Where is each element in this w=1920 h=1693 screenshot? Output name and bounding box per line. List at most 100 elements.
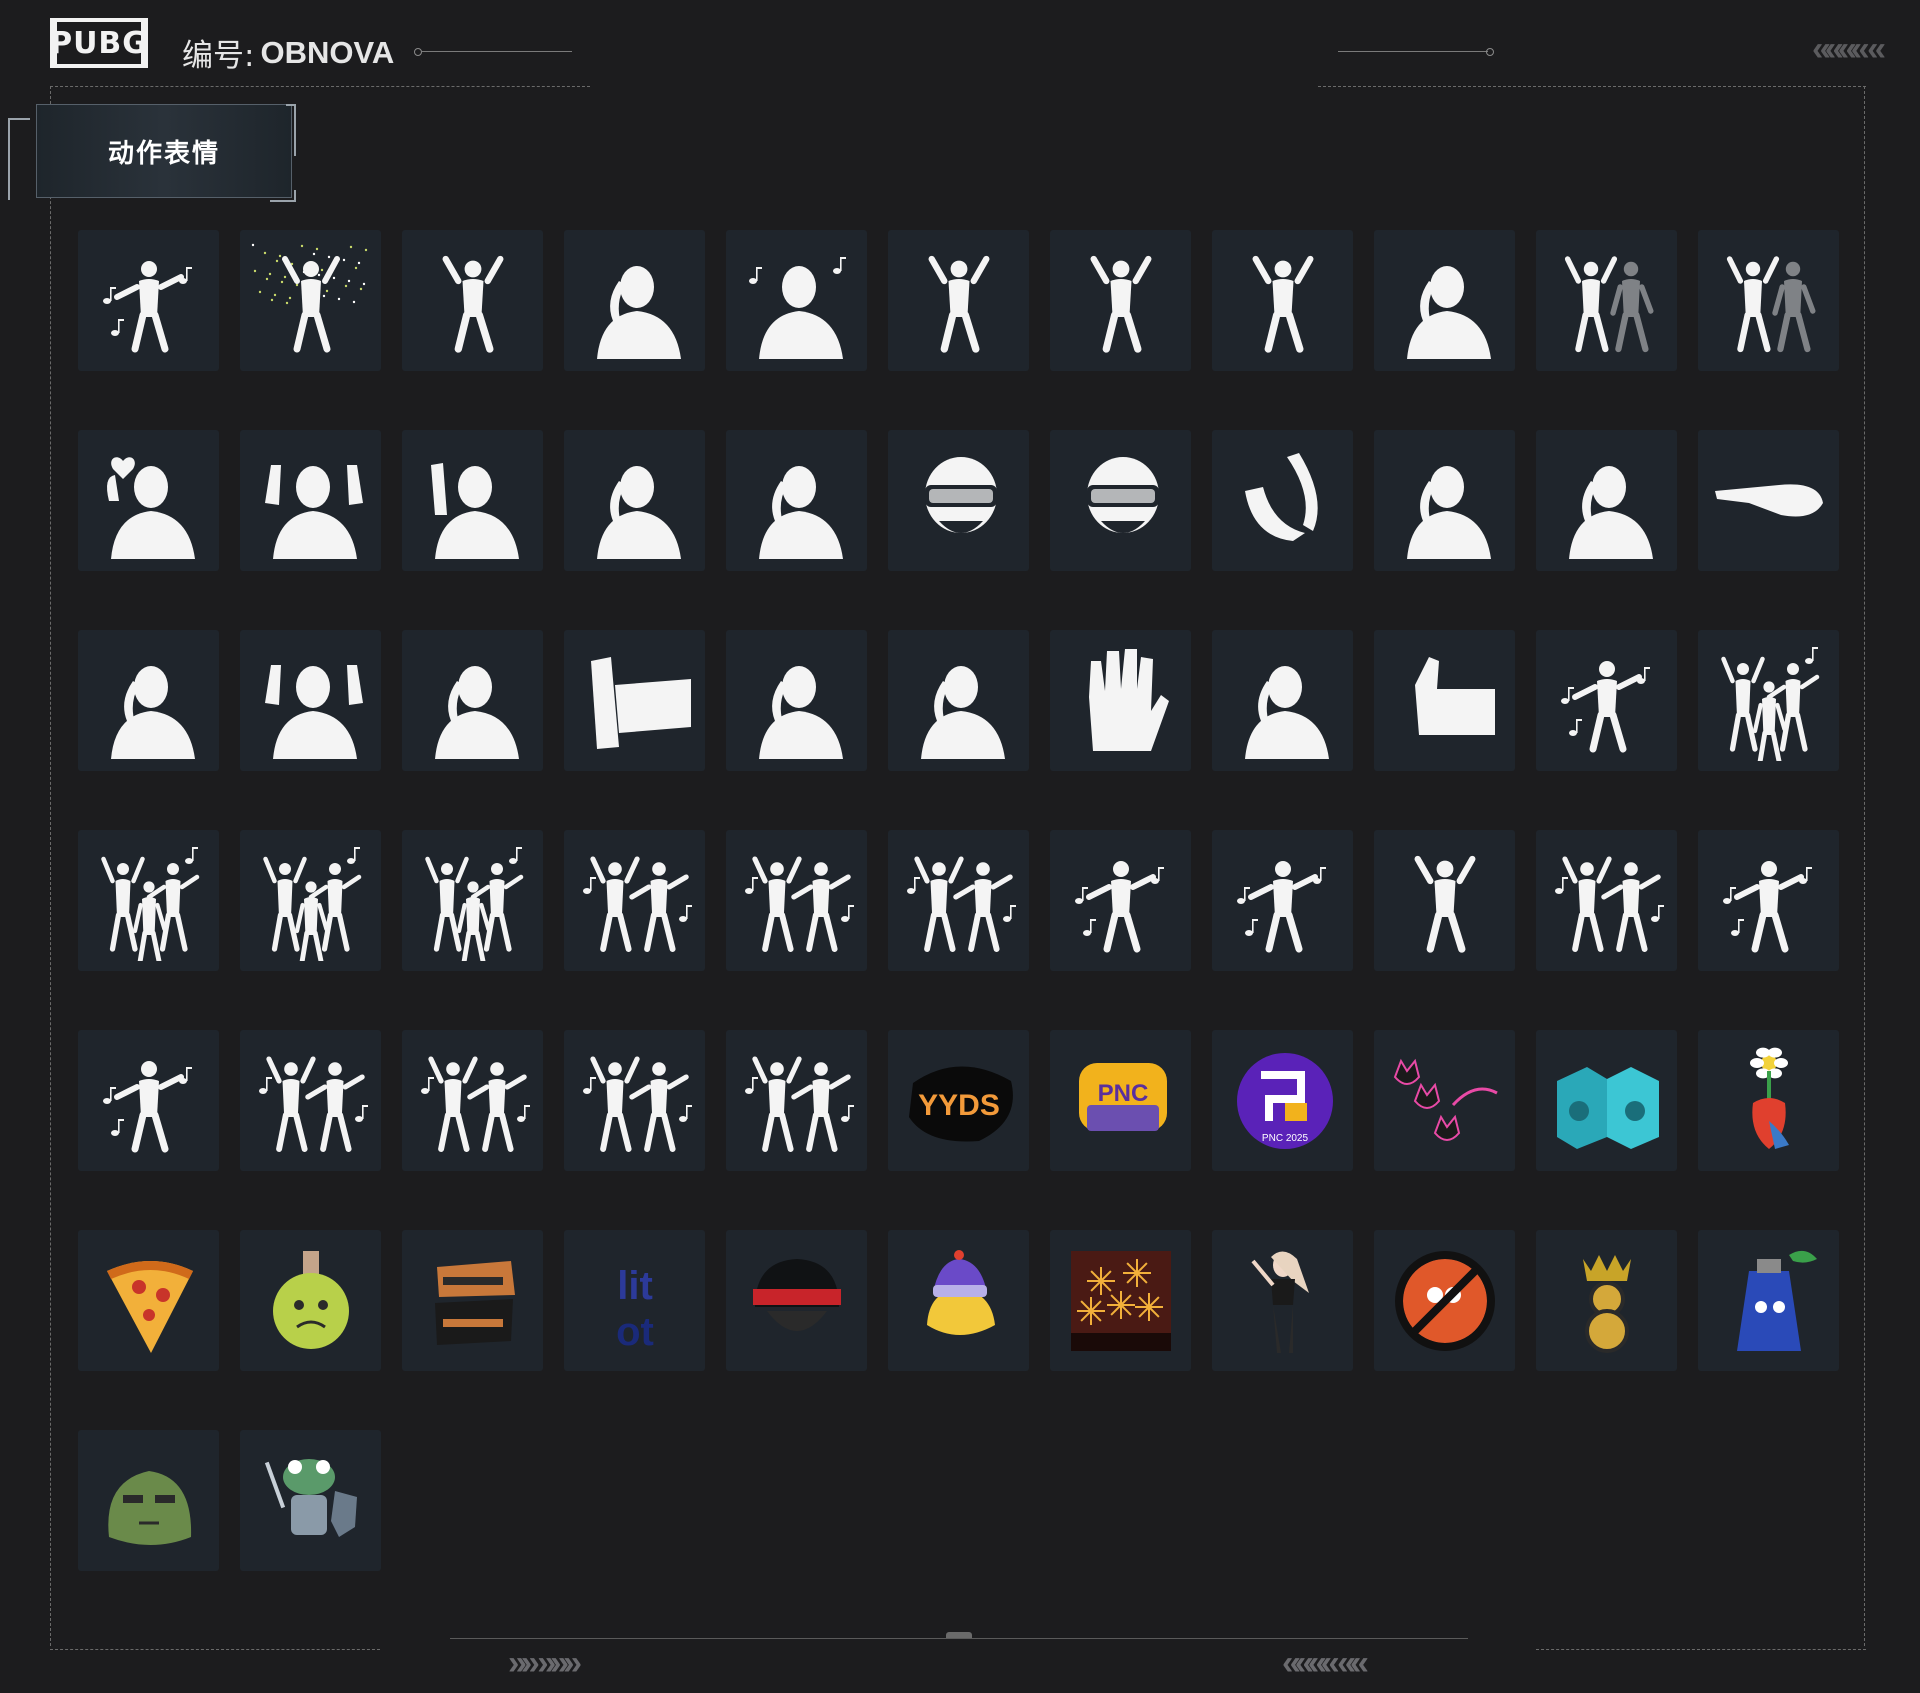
duo-kick-emote-icon: [744, 855, 854, 952]
shrug-emote-icon: [264, 664, 363, 759]
emote-slot[interactable]: [1050, 1230, 1191, 1371]
emote-slot[interactable]: [1212, 430, 1353, 571]
emote-slot[interactable]: [1050, 830, 1191, 971]
emote-slot[interactable]: [888, 830, 1029, 971]
emote-slot[interactable]: [564, 430, 705, 571]
dizzy-emote-icon: [1568, 465, 1653, 559]
emote-slot[interactable]: [402, 230, 543, 371]
emote-slot[interactable]: [78, 1430, 219, 1571]
spray-can-sticker-icon: [1736, 1250, 1817, 1351]
lit-badge-icon: lit ot: [616, 1264, 654, 1354]
emote-slot[interactable]: [564, 830, 705, 971]
shrug-off-emote-icon: [596, 465, 681, 559]
emote-slot[interactable]: [240, 1430, 381, 1571]
emote-slot[interactable]: [1212, 830, 1353, 971]
speaker-boxes-sticker-icon: [1556, 1066, 1659, 1149]
emote-slot[interactable]: [1374, 630, 1515, 771]
frame-right: [1864, 86, 1865, 1646]
push-duo-emote-icon: [1726, 255, 1815, 352]
emote-slot[interactable]: [1212, 1230, 1353, 1371]
emote-slot[interactable]: [402, 630, 543, 771]
emote-slot[interactable]: [240, 430, 381, 571]
emote-slot[interactable]: [240, 1230, 381, 1371]
pnc-2025-logo-icon: PNC 2025: [1236, 1052, 1333, 1149]
emote-slot[interactable]: [726, 830, 867, 971]
emote-slot[interactable]: [1698, 430, 1839, 571]
emote-slot[interactable]: [78, 630, 219, 771]
emote-slot[interactable]: [1212, 630, 1353, 771]
kneeling-dance-emote-icon: [102, 260, 192, 352]
header-right-dot: [1486, 48, 1494, 56]
emote-slot[interactable]: [1374, 1030, 1515, 1171]
angry-helmet-emote-icon: [924, 456, 997, 533]
emote-slot[interactable]: [78, 1030, 219, 1171]
kpop-dance-1-emote-icon: [100, 846, 199, 961]
emote-slot[interactable]: [1536, 1030, 1677, 1171]
bottom-right-chevrons-icon: «««« ««: [1282, 1644, 1369, 1682]
emote-slot[interactable]: [888, 230, 1029, 371]
emote-slot[interactable]: [1698, 1030, 1839, 1171]
clapping-hands-emote-icon: [1244, 452, 1318, 541]
pubg-logo: PUBG: [50, 18, 148, 68]
emote-slot[interactable]: [726, 1230, 867, 1371]
emote-slot[interactable]: PNC 2025: [1212, 1030, 1353, 1171]
emote-slot[interactable]: [1698, 1230, 1839, 1371]
emote-slot[interactable]: [78, 230, 219, 371]
emote-slot[interactable]: [1374, 430, 1515, 571]
tab-emotes[interactable]: 动作表情: [36, 104, 292, 198]
emote-slot[interactable]: [78, 830, 219, 971]
emote-slot[interactable]: [402, 430, 543, 571]
sigh-emote-icon: [920, 665, 1005, 759]
emote-slot[interactable]: [240, 1030, 381, 1171]
emote-slot[interactable]: [402, 1030, 543, 1171]
emote-slot[interactable]: [78, 1230, 219, 1371]
emote-slot[interactable]: [726, 430, 867, 571]
emote-slot[interactable]: [726, 630, 867, 771]
emote-slot[interactable]: [1050, 630, 1191, 771]
emote-slot[interactable]: [1050, 430, 1191, 571]
emote-slot[interactable]: PNC: [1050, 1030, 1191, 1171]
emote-slot[interactable]: [1536, 630, 1677, 771]
emote-slot[interactable]: [1212, 230, 1353, 371]
emote-slot[interactable]: [1536, 1230, 1677, 1371]
facepalm-emote-icon: [1406, 465, 1491, 559]
emote-slot[interactable]: [1374, 830, 1515, 971]
emote-slot[interactable]: [1050, 230, 1191, 371]
id-line-dot: [414, 48, 422, 56]
emote-slot[interactable]: [1536, 230, 1677, 371]
emote-slot[interactable]: [1698, 230, 1839, 371]
emote-slot[interactable]: [726, 230, 867, 371]
emote-slot[interactable]: [1374, 1230, 1515, 1371]
emote-slot[interactable]: [564, 630, 705, 771]
emote-slot[interactable]: [240, 630, 381, 771]
emote-slot[interactable]: lit ot: [564, 1230, 705, 1371]
player-id: 编号: OBNOVA: [182, 30, 394, 75]
frog-knight-sticker-icon: [264, 1458, 357, 1537]
emote-slot[interactable]: [564, 1030, 705, 1171]
letter-s-badge-icon: [434, 1260, 515, 1345]
emote-slot[interactable]: [402, 830, 543, 971]
emote-slot[interactable]: [564, 230, 705, 371]
emote-slot[interactable]: [1698, 830, 1839, 971]
emote-slot[interactable]: [1374, 230, 1515, 371]
emote-slot[interactable]: [888, 630, 1029, 771]
emote-slot[interactable]: [402, 1230, 543, 1371]
helmet-chick-sticker-icon: [926, 1249, 995, 1335]
emote-slot[interactable]: [240, 830, 381, 971]
bottom-left-chevrons-icon: »» »»»: [508, 1644, 582, 1682]
emote-slot[interactable]: [726, 1030, 867, 1171]
emote-slot[interactable]: [888, 430, 1029, 571]
emote-slot[interactable]: [888, 1230, 1029, 1371]
emote-slot[interactable]: [78, 430, 219, 571]
emote-slot[interactable]: [1698, 630, 1839, 771]
hands-up-emote-icon: [264, 464, 363, 559]
emote-slot[interactable]: [1536, 430, 1677, 571]
emote-slot[interactable]: YYDS: [888, 1030, 1029, 1171]
emote-slot[interactable]: [1536, 830, 1677, 971]
emote-slot[interactable]: [240, 230, 381, 371]
thumbs-up-emote-icon: [1414, 656, 1495, 735]
cartwheel-emote-icon: [1074, 860, 1164, 952]
tab-corner-tl: [8, 118, 30, 200]
grumpy-blob-sticker-icon: [107, 1470, 191, 1545]
svg-text:PNC 2025: PNC 2025: [1261, 1133, 1308, 1144]
